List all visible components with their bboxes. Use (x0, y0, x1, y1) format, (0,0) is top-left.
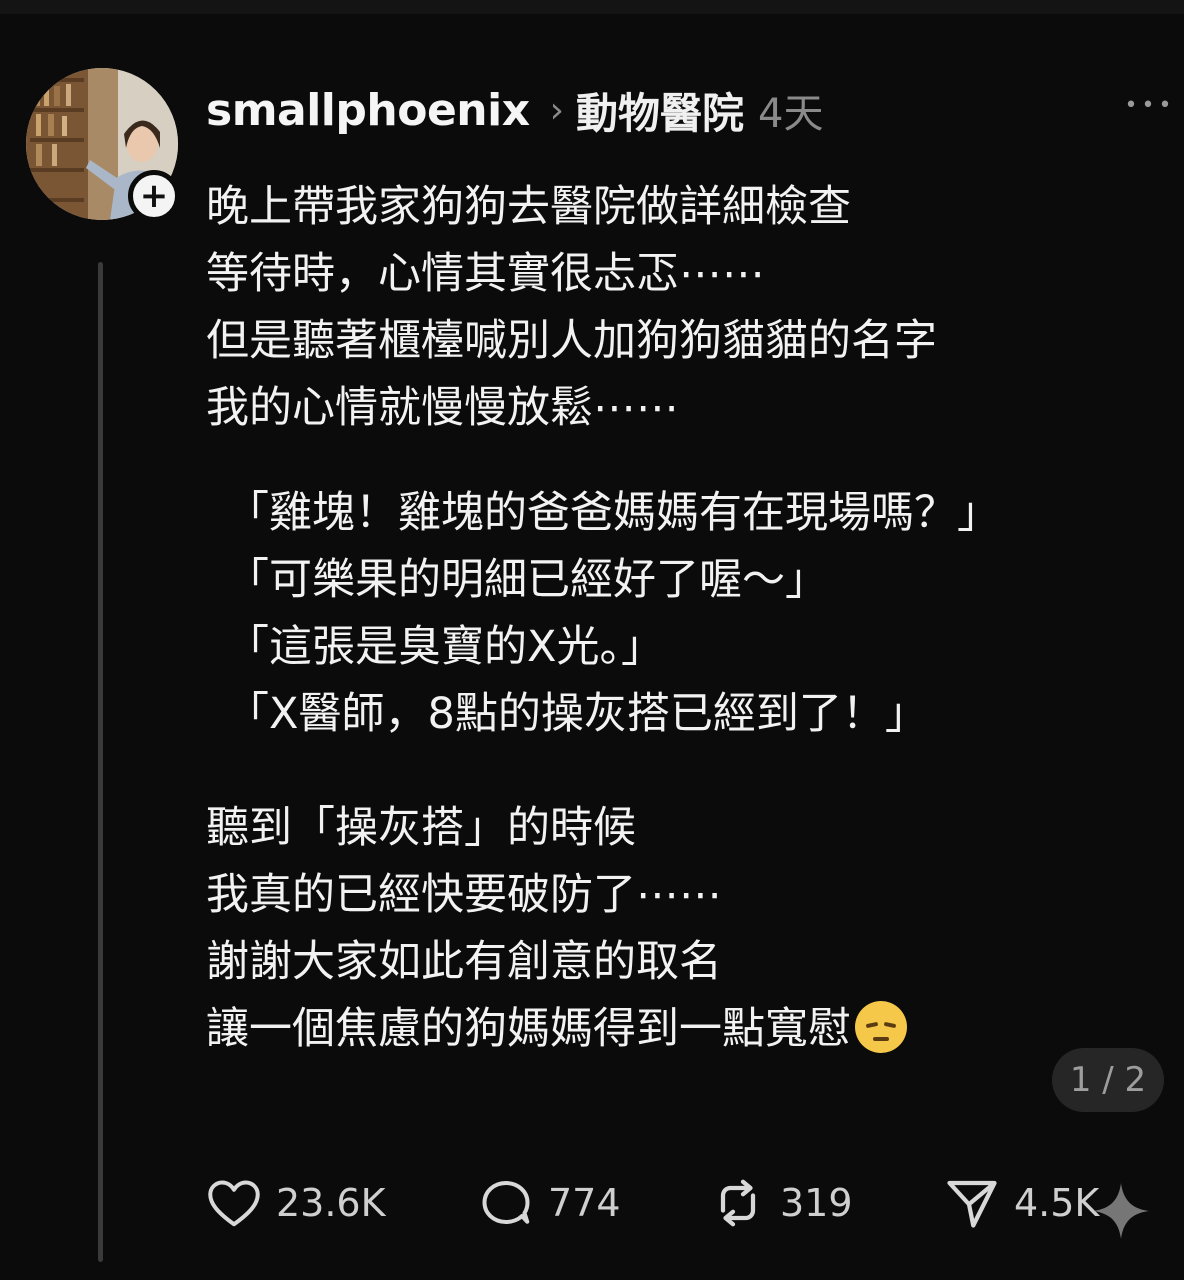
post-line: 我的心情就慢慢放鬆⋯⋯ (206, 383, 679, 433)
comment-button[interactable]: 774 (476, 1168, 621, 1238)
post-line-text: 讓一個焦慮的狗媽媽得到一點寬慰 (206, 1004, 851, 1054)
like-count: 23.6K (276, 1181, 386, 1225)
comment-count: 774 (548, 1181, 621, 1225)
post-line: 晚上帶我家狗狗去醫院做詳細檢查 (206, 182, 851, 232)
chevron-right-icon: › (549, 89, 564, 131)
sparkle-icon (1093, 1183, 1149, 1239)
post-line: 謝謝大家如此有創意的取名 (206, 937, 722, 987)
page-indicator: 1 / 2 (1052, 1048, 1164, 1112)
post-header: smallphoenix › 動物醫院 4天 (206, 78, 823, 142)
follow-plus-icon[interactable]: + (128, 170, 180, 222)
topic-tag[interactable]: 動物醫院 (576, 80, 744, 141)
repost-icon (720, 1179, 756, 1227)
share-button[interactable]: 4.5K (942, 1168, 1099, 1238)
post-line: 等待時，心情其實很忐忑⋯⋯ (206, 249, 765, 299)
post-line: 我真的已經快要破防了⋯⋯ (206, 870, 722, 920)
post-body: 晚上帶我家狗狗去醫院做詳細檢查 等待時，心情其實很忐忑⋯⋯ 但是聽著櫃檯喊別人加… (206, 174, 1166, 1063)
top-divider (0, 0, 1184, 14)
thread-line (98, 262, 103, 1262)
send-icon (947, 1180, 997, 1228)
quote-line: 「X醫師，8點的操灰搭已經到了！」 (226, 689, 928, 739)
like-button[interactable]: 23.6K (204, 1168, 386, 1238)
post-line: 聽到「操灰搭」的時候 (206, 803, 636, 853)
repost-count: 319 (780, 1181, 853, 1225)
quote-line: 「這張是臭寶的X光。」 (226, 622, 664, 672)
heart-icon (208, 1180, 260, 1227)
more-options-icon[interactable]: ••• (1124, 90, 1176, 120)
username[interactable]: smallphoenix (206, 85, 530, 136)
share-count: 4.5K (1014, 1181, 1100, 1225)
action-bar: 23.6K 774 319 4.5K (204, 1168, 1174, 1238)
quote-line: 「可樂果的明細已經好了喔～」 (226, 555, 828, 605)
repost-button[interactable]: 319 (708, 1168, 853, 1238)
post-line-last: 讓一個焦慮的狗媽媽得到一點寬慰 (206, 996, 1166, 1063)
post-line: 但是聽著櫃檯喊別人加狗狗貓貓的名字 (206, 316, 937, 366)
comment-bubble-icon (482, 1181, 530, 1224)
pensive-face-emoji-icon (855, 1001, 907, 1053)
quote-line: 「雞塊！雞塊的爸爸媽媽有在現場嗎？」 (226, 488, 1000, 538)
post-time: 4天 (758, 91, 824, 137)
